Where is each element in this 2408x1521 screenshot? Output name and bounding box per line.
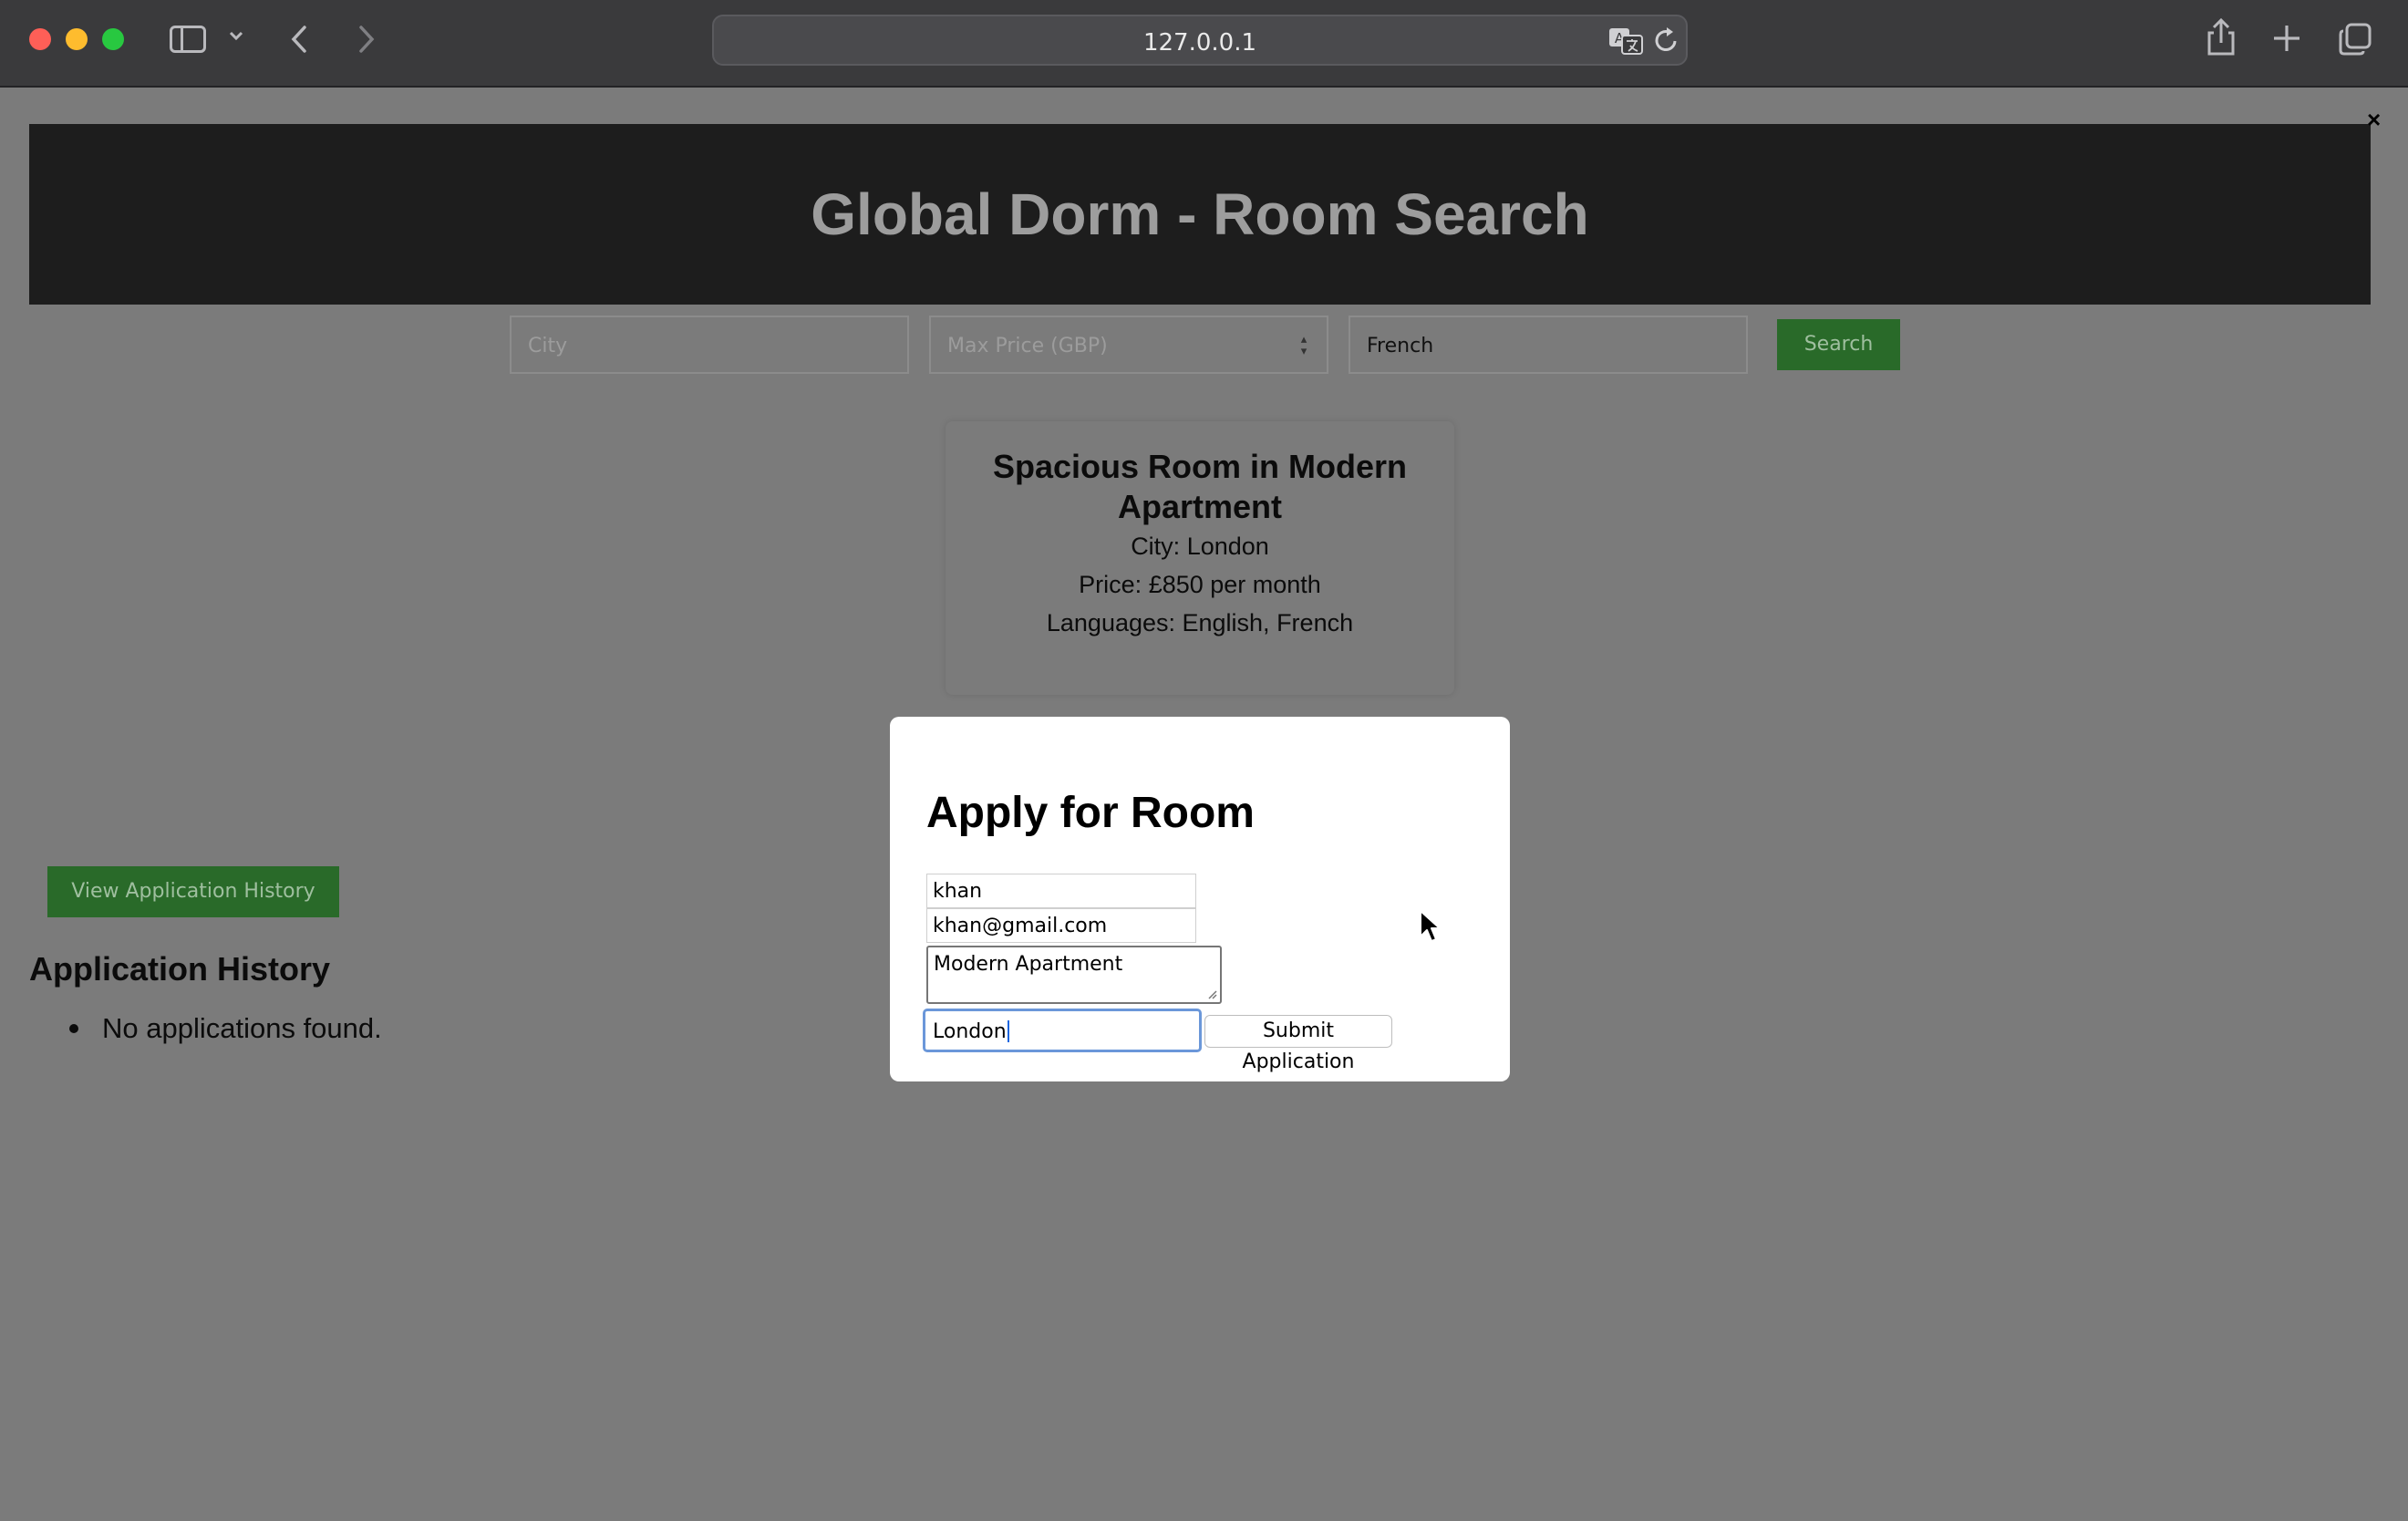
- room-city: City: London: [1131, 533, 1269, 560]
- room-price: Price: £850 per month: [1079, 571, 1321, 598]
- maximize-window-button[interactable]: [102, 28, 124, 50]
- history-list: No applications found.: [69, 1012, 382, 1045]
- language-input[interactable]: French: [1349, 316, 1748, 374]
- message-text: Modern Apartment: [934, 953, 1123, 976]
- tabs-overview-icon[interactable]: [2338, 22, 2372, 57]
- translate-icon[interactable]: A: [1607, 26, 1644, 55]
- city-field-text: London: [933, 1020, 1007, 1043]
- reload-icon[interactable]: [1653, 26, 1680, 55]
- apply-modal: Apply for Room khan khan@gmail.com Moder…: [890, 717, 1510, 1081]
- url-text[interactable]: 127.0.0.1: [714, 29, 1686, 57]
- max-price-placeholder: Max Price (GBP): [947, 335, 1108, 357]
- city-field[interactable]: London: [923, 1009, 1202, 1052]
- minimize-window-button[interactable]: [66, 28, 88, 50]
- submit-application-button[interactable]: Submit Application: [1204, 1015, 1392, 1073]
- mouse-cursor-icon: [1420, 910, 1441, 942]
- max-price-input[interactable]: Max Price (GBP) ▴ ▾: [929, 316, 1328, 374]
- forward-icon[interactable]: [350, 24, 381, 55]
- browser-toolbar: 127.0.0.1 A: [0, 0, 2408, 88]
- room-card: Spacious Room in Modern Apartment City: …: [946, 421, 1454, 695]
- search-button[interactable]: Search: [1777, 319, 1900, 370]
- message-textarea[interactable]: Modern Apartment: [926, 946, 1222, 1004]
- page-content: Global Dorm - Room Search City Max Price…: [0, 89, 2408, 1521]
- name-field[interactable]: khan: [926, 874, 1196, 908]
- back-icon[interactable]: [284, 24, 315, 55]
- page-header: Global Dorm - Room Search: [29, 124, 2371, 305]
- chevron-down-icon[interactable]: [228, 27, 244, 44]
- sidebar-icon[interactable]: [170, 26, 206, 53]
- room-title: Spacious Room in Modern Apartment: [992, 448, 1408, 525]
- view-history-button[interactable]: View Application History: [47, 866, 339, 917]
- resize-handle-icon[interactable]: [1206, 988, 1217, 999]
- email-field[interactable]: khan@gmail.com: [926, 908, 1196, 943]
- room-languages: Languages: English, French: [1046, 609, 1354, 636]
- close-icon[interactable]: ×: [2367, 106, 2381, 134]
- modal-title: Apply for Room: [926, 789, 1255, 837]
- plus-icon[interactable]: [2270, 22, 2303, 55]
- share-icon[interactable]: [2205, 18, 2237, 57]
- history-heading: Application History: [29, 950, 331, 988]
- city-search-input[interactable]: City: [510, 316, 909, 374]
- close-window-button[interactable]: [29, 28, 51, 50]
- address-bar[interactable]: 127.0.0.1: [712, 15, 1688, 66]
- text-caret: [1007, 1020, 1009, 1042]
- list-item: No applications found.: [69, 1012, 382, 1045]
- page-title: Global Dorm - Room Search: [811, 181, 1589, 247]
- spinner-icon[interactable]: ▴ ▾: [1297, 334, 1310, 359]
